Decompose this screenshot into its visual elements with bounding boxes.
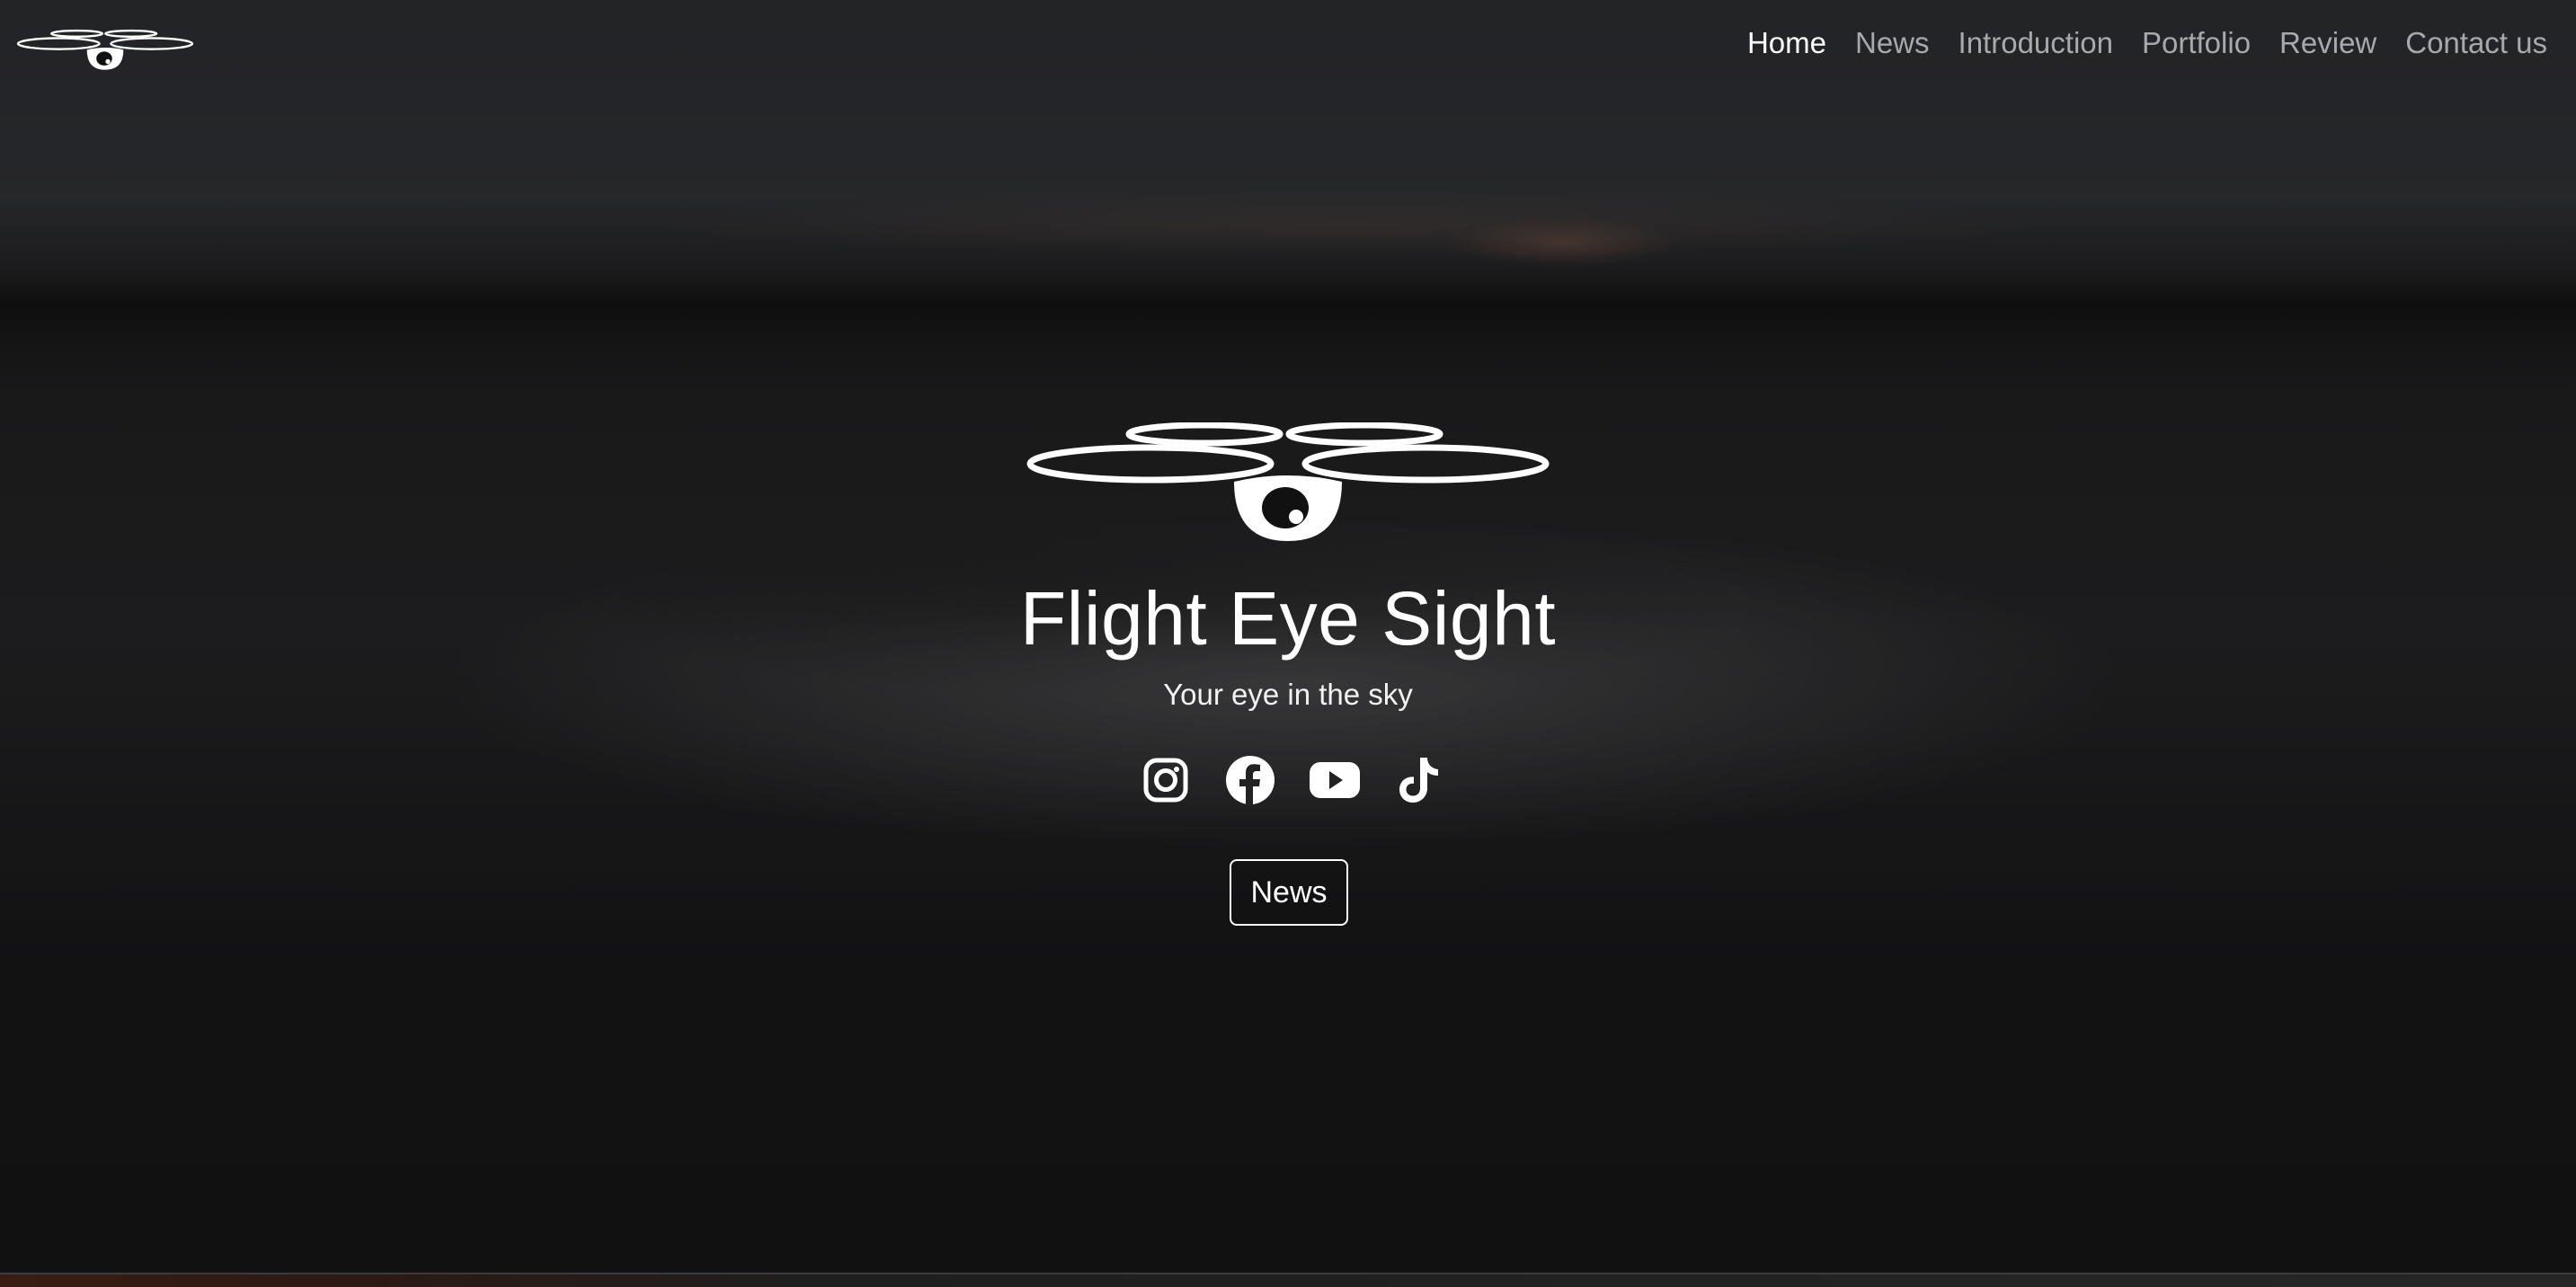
news-cta-button[interactable]: News: [1230, 859, 1348, 926]
nav-item-home[interactable]: Home: [1747, 23, 1826, 63]
instagram-icon[interactable]: [1140, 754, 1192, 806]
drone-eye-logo-icon[interactable]: [16, 27, 194, 74]
nav-item-contact[interactable]: Contact us: [2405, 23, 2547, 63]
top-navbar: Home News Introduction Portfolio Review …: [0, 0, 2576, 86]
nav-item-review[interactable]: Review: [2279, 23, 2376, 63]
hero-subtitle: Your eye in the sky: [1163, 678, 1413, 711]
hero-title: Flight Eye Sight: [1019, 576, 1557, 661]
nav-item-news[interactable]: News: [1855, 23, 1930, 63]
nav-menu: Home News Introduction Portfolio Review …: [1747, 23, 2547, 63]
social-links: [1140, 753, 1445, 807]
facebook-icon[interactable]: [1224, 754, 1276, 806]
tiktok-icon[interactable]: [1393, 754, 1445, 806]
youtube-icon[interactable]: [1309, 754, 1361, 806]
nav-item-introduction[interactable]: Introduction: [1959, 23, 2113, 63]
drone-eye-logo-icon: [1026, 422, 1550, 541]
nav-item-portfolio[interactable]: Portfolio: [2142, 23, 2251, 63]
